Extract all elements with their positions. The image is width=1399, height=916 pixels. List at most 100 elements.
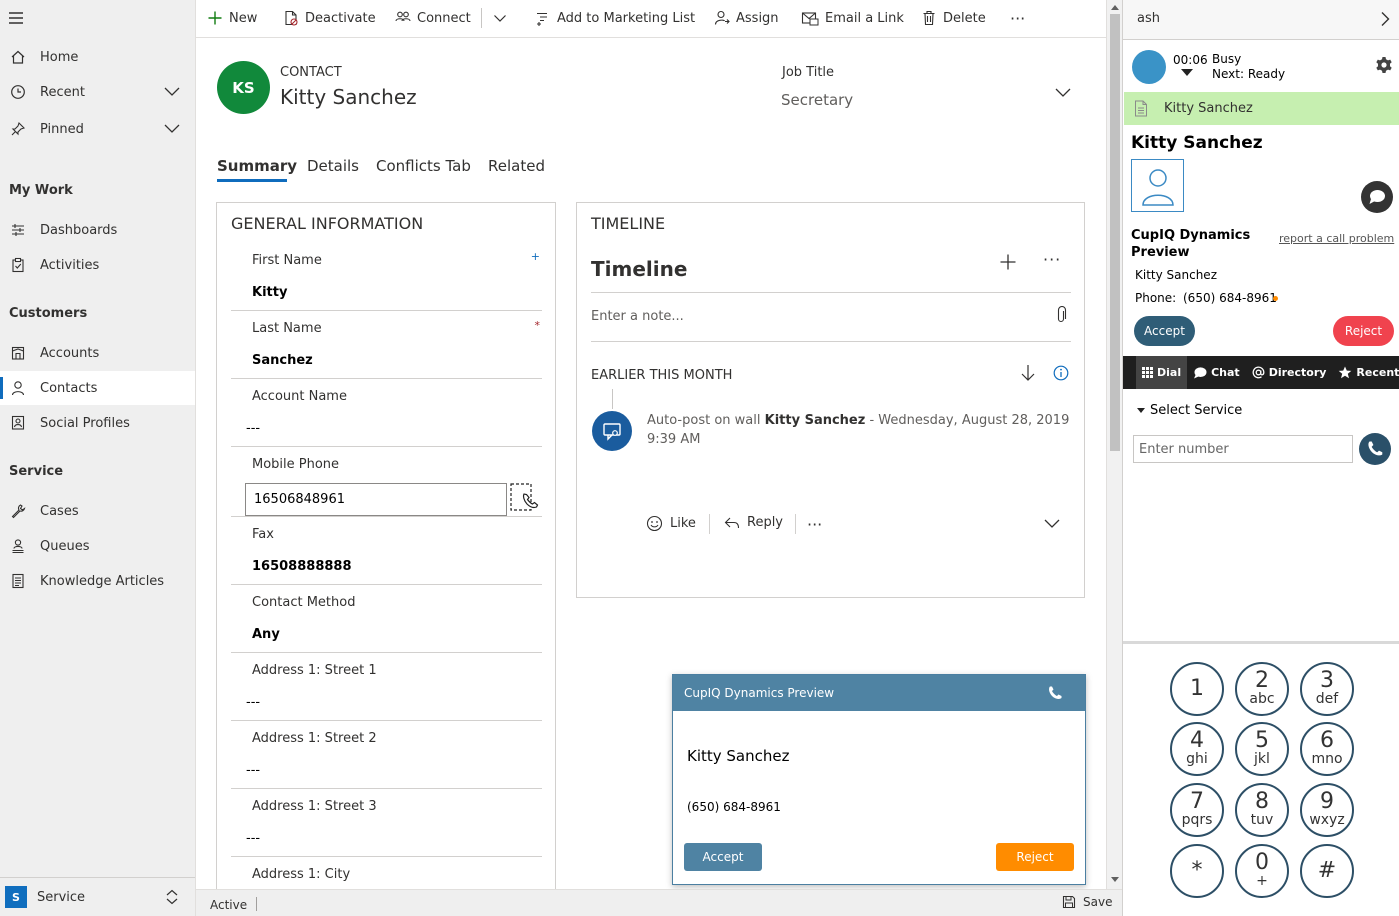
dial-call-button[interactable] <box>1359 433 1391 465</box>
cti-accept-button[interactable]: Accept <box>1134 316 1195 346</box>
reply-arrow-icon <box>724 516 747 530</box>
gear-icon[interactable] <box>1375 56 1393 74</box>
reply-button[interactable]: Reply <box>724 515 783 530</box>
keypad-key-6[interactable]: 6 mno <box>1300 722 1354 776</box>
agent-status-indicator[interactable] <box>1132 50 1166 84</box>
chevron-down-icon[interactable] <box>163 84 181 98</box>
timeline-more-button[interactable]: ··· <box>1043 250 1061 269</box>
chevron-up-down-icon <box>165 889 179 905</box>
hamburger-menu-icon[interactable] <box>8 10 26 26</box>
keypad-key-8[interactable]: 8 tuv <box>1235 783 1289 837</box>
keypad-key-hash[interactable]: # <box>1300 844 1354 898</box>
nav-item-dashboards[interactable]: Dashboards <box>0 213 195 247</box>
tab-dial[interactable]: Dial <box>1136 356 1188 389</box>
keypad-key-4[interactable]: 4 ghi <box>1170 722 1224 776</box>
post-summary[interactable]: Auto-post on wall Kitty Sanchez - Wednes… <box>647 411 1075 449</box>
deactivate-button[interactable]: Deactivate <box>283 0 376 36</box>
delete-button[interactable]: Delete <box>921 0 986 36</box>
tab-summary[interactable]: Summary <box>217 157 297 175</box>
keypad-key-2[interactable]: 2 abc <box>1235 662 1289 716</box>
popup-reject-button[interactable]: Reject <box>996 843 1074 871</box>
last-name-value[interactable]: Sanchez <box>252 353 313 368</box>
sort-arrow-down-icon[interactable] <box>1020 364 1036 382</box>
nav-item-cases[interactable]: Cases <box>0 494 195 528</box>
address-street1-value[interactable]: --- <box>246 695 260 710</box>
tab-directory[interactable]: Directory <box>1246 356 1333 389</box>
form-scrollbar[interactable] <box>1106 0 1122 889</box>
nav-item-pinned[interactable]: Pinned <box>0 112 195 146</box>
enter-number-input[interactable] <box>1133 435 1353 463</box>
tab-label: Directory <box>1268 366 1327 379</box>
keypad-key-0[interactable]: 0 + <box>1235 844 1289 898</box>
paperclip-icon[interactable] <box>1055 306 1067 324</box>
tab-details[interactable]: Details <box>307 157 359 175</box>
click-to-dial-icon[interactable] <box>510 483 540 513</box>
mobile-phone-input[interactable] <box>245 483 507 516</box>
separator <box>256 897 257 911</box>
scroll-thumb[interactable] <box>1110 14 1120 451</box>
select-service-dropdown[interactable]: Select Service <box>1137 403 1242 418</box>
call-timer: 00:06 <box>1173 53 1208 67</box>
scroll-up-arrow-icon[interactable] <box>1111 4 1119 10</box>
add-to-marketing-list-button[interactable]: Add to Marketing List <box>535 0 695 36</box>
tab-recent[interactable]: Recent <box>1332 356 1399 389</box>
address-street2-value[interactable]: --- <box>246 763 260 778</box>
fax-value[interactable]: 16508888888 <box>252 559 352 574</box>
tab-conflicts[interactable]: Conflicts Tab <box>376 157 471 175</box>
key-digit: 1 <box>1190 676 1204 701</box>
chevron-down-icon[interactable] <box>1043 517 1061 531</box>
first-name-value[interactable]: Kitty <box>252 285 287 300</box>
add-list-icon <box>535 10 557 26</box>
tab-related[interactable]: Related <box>488 157 545 175</box>
nav-item-label: Home <box>40 49 79 65</box>
tab-chat[interactable]: Chat <box>1187 356 1246 389</box>
nav-item-accounts[interactable]: Accounts <box>0 336 195 370</box>
phone-status-dot <box>1273 296 1278 301</box>
more-commands-button[interactable]: ··· <box>1010 0 1025 36</box>
nav-item-recent[interactable]: Recent <box>0 75 195 109</box>
chat-bubble-icon[interactable] <box>1361 181 1393 213</box>
command-separator <box>481 8 482 28</box>
popup-accept-button[interactable]: Accept <box>684 843 762 871</box>
keypad-key-5[interactable]: 5 jkl <box>1235 722 1289 776</box>
keypad-key-3[interactable]: 3 def <box>1300 662 1354 716</box>
key-letters: wxyz <box>1309 812 1345 828</box>
cti-reject-button[interactable]: Reject <box>1333 316 1394 346</box>
caret-down-icon[interactable] <box>1181 69 1193 77</box>
connect-button[interactable]: Connect <box>395 0 471 36</box>
like-button[interactable]: Like <box>646 515 696 532</box>
keypad-key-star[interactable]: * <box>1170 844 1224 898</box>
keypad-key-7[interactable]: 7 pqrs <box>1170 783 1224 837</box>
note-input[interactable]: Enter a note... <box>591 309 684 324</box>
report-call-problem-link[interactable]: report a call problem <box>1279 232 1394 245</box>
area-switcher[interactable]: S Service <box>0 877 195 916</box>
new-button[interactable]: New <box>207 0 257 36</box>
nav-item-knowledge-articles[interactable]: Knowledge Articles <box>0 564 195 598</box>
contact-method-value[interactable]: Any <box>252 627 280 642</box>
chevron-down-icon[interactable] <box>1054 85 1072 99</box>
keypad-key-1[interactable]: 1 <box>1170 662 1224 716</box>
nav-item-home[interactable]: Home <box>0 40 195 74</box>
chevron-right-icon[interactable] <box>1380 11 1390 27</box>
keypad-key-9[interactable]: 9 wxyz <box>1300 783 1354 837</box>
job-title-value[interactable]: Secretary <box>781 91 853 109</box>
address-street3-value[interactable]: --- <box>246 831 260 846</box>
nav-item-activities[interactable]: Activities <box>0 248 195 282</box>
active-call-banner[interactable]: Kitty Sanchez <box>1124 92 1399 125</box>
nav-item-social-profiles[interactable]: Social Profiles <box>0 406 195 440</box>
connect-dropdown-button[interactable] <box>493 0 513 36</box>
nav-item-queues[interactable]: Queues <box>0 529 195 563</box>
key-digit: 3 <box>1320 668 1334 693</box>
post-more-button[interactable]: ··· <box>807 515 822 534</box>
add-activity-plus-icon[interactable] <box>999 253 1017 271</box>
queue-icon <box>9 537 27 555</box>
save-button[interactable]: Save <box>1062 895 1112 909</box>
chevron-down-icon[interactable] <box>163 121 181 135</box>
account-name-value[interactable]: --- <box>246 421 260 436</box>
scroll-down-arrow-icon[interactable] <box>1111 877 1119 883</box>
info-icon[interactable] <box>1053 365 1069 381</box>
nav-item-contacts[interactable]: Contacts <box>0 371 195 405</box>
agent-status: Busy <box>1212 52 1242 66</box>
email-a-link-button[interactable]: Email a Link <box>801 0 904 36</box>
assign-button[interactable]: Assign <box>714 0 779 36</box>
